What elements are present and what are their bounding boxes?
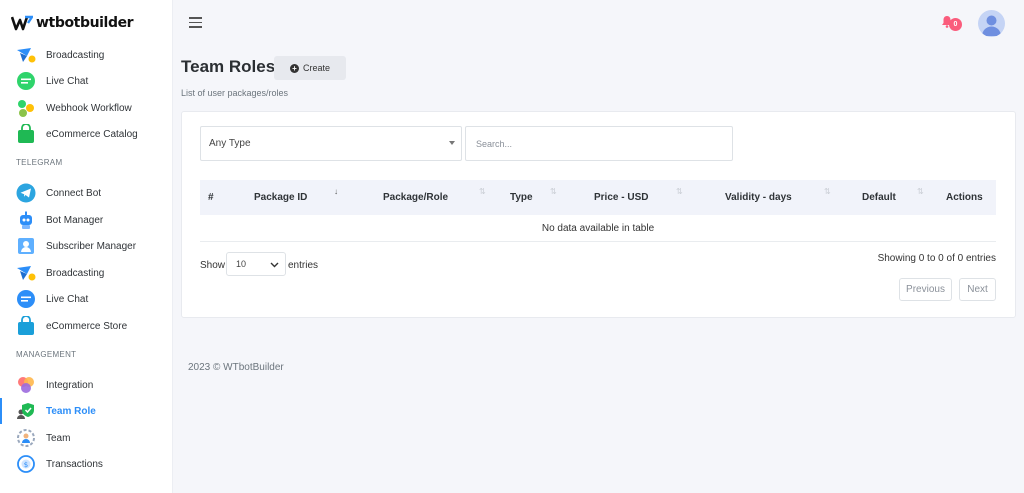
sidebar-item-label: Webhook Workflow [46,102,132,114]
sidebar-item-label: Transactions [46,458,103,470]
notification-count-badge: 0 [949,18,962,31]
sidebar-item-label: Broadcasting [46,267,105,279]
sidebar-item-label: Broadcasting [46,49,105,61]
sidebar: wtbotbuilder Broadcasting Live Chat Webh… [0,0,173,493]
roles-table-card: Any Type # Package ID ↓ Package/Role ⇅ T… [181,111,1016,318]
broadcast-icon [15,45,36,66]
sidebar-item-label: Bot Manager [46,214,104,226]
page-title: Team Roles [181,57,276,76]
sidebar-item-live-chat[interactable]: Live Chat [0,68,173,94]
entries-label: entries [288,260,319,271]
sidebar-item-ecommerce-catalog[interactable]: eCommerce Catalog [0,121,173,147]
sidebar-item-label: eCommerce Catalog [46,128,138,140]
sidebar-item-label: eCommerce Store [46,320,128,332]
subscriber-icon [15,236,36,257]
integration-icon [15,375,36,396]
sort-icon: ⇅ [550,187,557,196]
user-avatar[interactable] [978,10,1005,37]
telegram-icon [15,183,36,204]
type-filter-value: Any Type [209,138,251,149]
sidebar-item-team-role[interactable]: Team Role [0,398,173,424]
column-header-index[interactable]: # [208,180,214,215]
topbar: 0 [173,0,1024,46]
sidebar-item-integration[interactable]: Integration [0,372,173,398]
sidebar-item-team[interactable]: Team [0,425,173,451]
previous-page-button[interactable]: Previous [899,278,952,301]
sidebar-item-ecommerce-store[interactable]: eCommerce Store [0,313,173,339]
section-title-telegram: TELEGRAM [16,158,63,167]
column-header-default[interactable]: Default [862,180,896,215]
shopping-bag-icon [15,124,36,145]
sidebar-item-bot-manager[interactable]: Bot Manager [0,207,173,233]
create-button-label: Create [302,63,330,73]
shopping-bag-icon [15,316,36,337]
sidebar-item-connect-bot[interactable]: Connect Bot [0,180,173,206]
sidebar-item-label: Team [46,432,71,444]
brand-name: wtbotbuilder [36,15,134,31]
sidebar-item-subscriber-manager[interactable]: Subscriber Manager [0,233,173,259]
sidebar-item-label: Connect Bot [46,187,102,199]
notification-bell-icon[interactable]: 0 [941,15,962,33]
sort-icon: ⇅ [824,187,831,196]
section-title-management: MANAGEMENT [16,350,77,359]
column-header-package-role[interactable]: Package/Role [383,180,448,215]
footer-copyright: 2023 © WTbotBuilder [188,362,284,373]
next-page-button[interactable]: Next [959,278,996,301]
chat-icon [15,289,36,310]
chat-icon [15,71,36,92]
broadcast-icon [15,263,36,284]
sidebar-item-label: Live Chat [46,75,89,87]
robot-icon [15,210,36,231]
page-subtitle: List of user packages/roles [181,88,289,98]
search-input[interactable] [465,126,733,161]
brand-mark-icon [11,15,33,31]
sidebar-item-broadcasting-telegram[interactable]: Broadcasting [0,260,173,286]
menu-toggle-icon[interactable] [189,17,202,28]
type-filter-select[interactable]: Any Type [200,126,462,161]
table-info: Showing 0 to 0 of 0 entries [877,253,996,264]
sidebar-item-transactions[interactable]: $ Transactions [0,451,173,477]
column-header-package-id[interactable]: Package ID [254,180,307,215]
svg-text:$: $ [23,461,27,469]
column-header-validity[interactable]: Validity - days [725,180,792,215]
plus-circle-icon: + [289,63,299,73]
sort-desc-icon: ↓ [334,187,338,196]
sidebar-item-label: Live Chat [46,293,89,305]
page-length-value: 10 [236,259,247,269]
sidebar-item-webhook-workflow[interactable]: Webhook Workflow [0,95,173,121]
team-role-icon [15,401,36,422]
sidebar-item-live-chat-telegram[interactable]: Live Chat [0,286,173,312]
sort-icon: ⇅ [676,187,683,196]
webhook-icon [15,98,36,119]
sidebar-item-label: Subscriber Manager [46,240,137,252]
page-length-select[interactable]: 10 [226,252,286,276]
sort-icon: ⇅ [479,187,486,196]
chevron-down-icon [270,262,279,268]
column-header-actions: Actions [946,192,983,203]
transactions-icon: $ [15,454,36,475]
create-button[interactable]: + Create [274,56,346,80]
sort-icon: ⇅ [917,187,924,196]
column-header-price[interactable]: Price - USD [594,180,648,215]
sidebar-item-label: Team Role [46,405,96,417]
table-empty-message: No data available in table [200,215,996,242]
show-label: Show [200,260,226,271]
table-header: # Package ID ↓ Package/Role ⇅ Type ⇅ Pri… [200,180,996,215]
sidebar-item-label: Integration [46,379,94,391]
team-icon [15,428,36,449]
brand-logo[interactable]: wtbotbuilder [11,15,134,31]
sidebar-item-broadcasting[interactable]: Broadcasting [0,42,173,68]
column-header-type[interactable]: Type [510,180,533,215]
chevron-down-icon [449,141,455,145]
